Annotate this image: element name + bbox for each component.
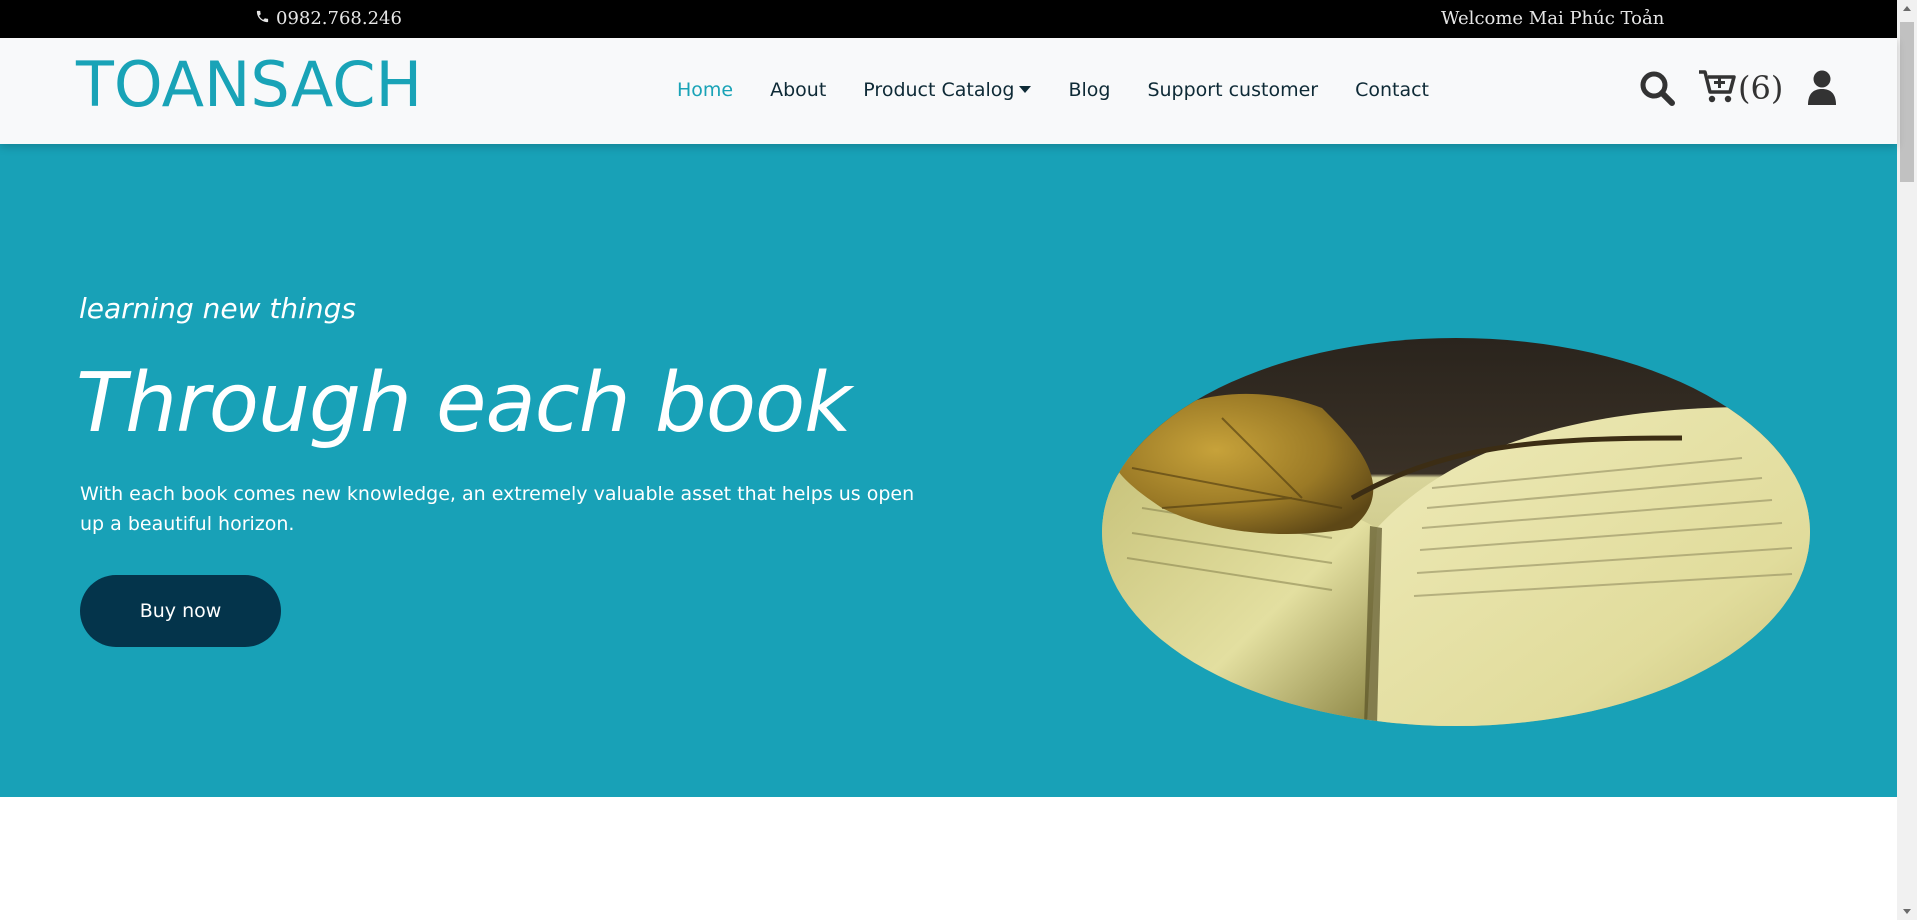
nav-home[interactable]: Home bbox=[677, 79, 733, 101]
welcome-message: Welcome Mai Phúc Toản bbox=[1441, 8, 1665, 29]
site-logo[interactable]: TOANSACH bbox=[76, 54, 422, 116]
header-actions: (6) bbox=[1638, 68, 1837, 108]
buy-now-button[interactable]: Buy now bbox=[80, 575, 281, 647]
hero-banner: learning new things Through each book Wi… bbox=[0, 144, 1897, 797]
hero-book-image bbox=[1102, 338, 1810, 726]
cart-count: (6) bbox=[1738, 69, 1784, 107]
nav-contact[interactable]: Contact bbox=[1355, 79, 1429, 101]
scroll-up-icon[interactable] bbox=[1903, 6, 1911, 11]
nav-product-catalog[interactable]: Product Catalog bbox=[863, 79, 1032, 101]
phone-contact[interactable]: 0982.768.246 bbox=[255, 8, 402, 29]
nav-product-catalog-label: Product Catalog bbox=[863, 79, 1015, 101]
cart-plus-icon bbox=[1698, 68, 1736, 108]
phone-number: 0982.768.246 bbox=[276, 8, 402, 29]
hero-title: Through each book bbox=[76, 356, 852, 451]
scroll-down-icon[interactable] bbox=[1903, 909, 1911, 914]
caret-down-icon bbox=[1019, 86, 1032, 93]
search-icon[interactable] bbox=[1638, 69, 1676, 107]
hero-description: With each book comes new knowledge, an e… bbox=[80, 483, 915, 535]
nav-blog[interactable]: Blog bbox=[1068, 79, 1110, 101]
scrollbar-thumb[interactable] bbox=[1900, 22, 1914, 182]
cart-button[interactable]: (6) bbox=[1698, 68, 1783, 108]
nav-support-customer[interactable]: Support customer bbox=[1147, 79, 1318, 101]
nav-about[interactable]: About bbox=[770, 79, 826, 101]
site-header: TOANSACH Home About Product Catalog Blog… bbox=[0, 38, 1897, 144]
top-bar: 0982.768.246 Welcome Mai Phúc Toản bbox=[0, 0, 1897, 38]
hero-subtitle: learning new things bbox=[79, 292, 357, 325]
page-scrollbar[interactable] bbox=[1897, 0, 1917, 920]
main-nav: Home About Product Catalog Blog Support … bbox=[677, 79, 1466, 101]
user-icon[interactable] bbox=[1807, 70, 1837, 106]
phone-icon bbox=[255, 8, 270, 29]
